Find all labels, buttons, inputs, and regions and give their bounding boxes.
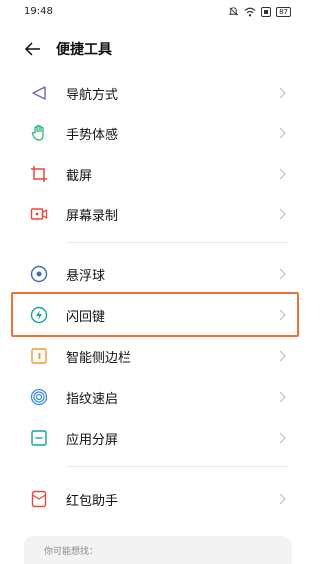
status-time: 19:48: [24, 6, 53, 17]
list-item-label: 应用分屏: [66, 433, 119, 448]
divider: [66, 466, 288, 467]
list-item-label: 智能侧边栏: [66, 351, 132, 366]
page-title: 便捷工具: [56, 42, 112, 58]
chevron-right-icon: [279, 168, 286, 180]
chevron-right-icon: [279, 268, 286, 280]
floating-ball-icon: [30, 265, 48, 283]
list-item-smart-sidebar[interactable]: 智能侧边栏: [0, 336, 305, 374]
mute-icon: [228, 7, 239, 16]
list-item-label: 悬浮球: [66, 269, 106, 284]
list-item-label: 手势体感: [66, 128, 119, 143]
list-item-label: 屏幕录制: [66, 209, 119, 224]
chevron-right-icon: [279, 350, 286, 362]
wifi-icon: [244, 7, 256, 16]
list-item-split-screen[interactable]: 应用分屏: [0, 418, 305, 456]
suggestion-label: 你可能想找：: [44, 547, 99, 557]
battery-icon: 87: [276, 6, 291, 17]
chevron-right-icon: [279, 432, 286, 444]
list-item-screenshot[interactable]: 截屏: [0, 154, 305, 192]
hand-gesture-icon: [31, 124, 44, 141]
list-item-screen-record[interactable]: 屏幕录制: [0, 194, 305, 232]
divider: [66, 242, 288, 243]
chevron-right-icon: [279, 391, 286, 403]
chevron-right-icon: [279, 493, 286, 505]
list-item-label: 截屏: [66, 169, 93, 184]
navigation-arrow-icon: [32, 86, 46, 100]
suggestion-card: 你可能想找：: [24, 536, 292, 564]
list-item-navigation[interactable]: 导航方式: [0, 73, 305, 111]
list-item-red-envelope[interactable]: 红包助手: [0, 479, 305, 517]
red-envelope-icon: [31, 490, 47, 508]
status-bar: 19:48 87: [0, 0, 305, 26]
list-item-gesture[interactable]: 手势体感: [0, 113, 305, 151]
smart-sidebar-icon: [31, 348, 47, 364]
list-item-label: 导航方式: [66, 88, 119, 103]
fingerprint-icon: [30, 388, 48, 406]
list-item-label: 指纹速启: [66, 392, 119, 407]
list-item-label: 红包助手: [66, 494, 119, 509]
header: 便捷工具: [0, 36, 305, 62]
back-arrow-icon[interactable]: [24, 40, 42, 58]
signal-box-icon: [261, 6, 272, 17]
crop-screenshot-icon: [31, 166, 47, 182]
highlight-box: [11, 292, 299, 337]
list-item-floating-ball[interactable]: 悬浮球: [0, 254, 305, 292]
chevron-right-icon: [279, 208, 286, 220]
chevron-right-icon: [279, 127, 286, 139]
split-screen-icon: [31, 430, 47, 446]
list-item-fingerprint[interactable]: 指纹速启: [0, 377, 305, 415]
chevron-right-icon: [279, 87, 286, 99]
status-icons: 87: [228, 6, 291, 17]
video-record-icon: [30, 208, 48, 220]
